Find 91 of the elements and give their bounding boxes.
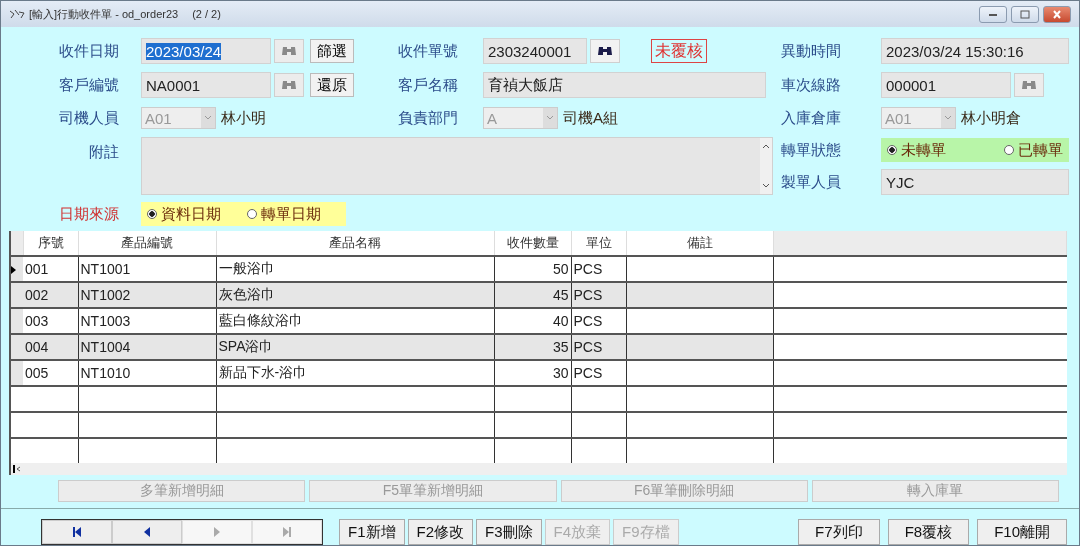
nav-button[interactable] bbox=[42, 520, 112, 544]
radio-icon[interactable] bbox=[1004, 145, 1014, 155]
review-status: 未覆核 bbox=[651, 39, 707, 63]
action-button[interactable]: F10離開 bbox=[977, 519, 1067, 545]
table-cell: PCS bbox=[571, 334, 626, 360]
table-cell: 002 bbox=[23, 282, 78, 308]
field-label: 車次線路 bbox=[781, 75, 841, 93]
field-label: 入庫倉庫 bbox=[781, 108, 841, 126]
action-button[interactable]: F8覆核 bbox=[887, 519, 970, 545]
modified-time-field[interactable]: 2023/03/24 15:30:16 bbox=[881, 38, 1069, 64]
customer-name-field[interactable]: 育禎大飯店 bbox=[483, 72, 766, 98]
table-cell: 新品下水-浴巾 bbox=[216, 360, 494, 386]
radio-label: 已轉單 bbox=[1018, 140, 1063, 160]
field-label: 客戶名稱 bbox=[398, 75, 458, 93]
row-indicator[interactable] bbox=[11, 334, 23, 360]
restore-button[interactable]: 還原 bbox=[310, 73, 354, 97]
row-indicator[interactable] bbox=[11, 308, 23, 334]
close-icon bbox=[1052, 9, 1062, 19]
radio-label: 轉單日期 bbox=[261, 204, 321, 224]
column-header[interactable]: 備註 bbox=[626, 231, 773, 256]
field-label: 轉單狀態 bbox=[781, 140, 841, 158]
scrollbar[interactable] bbox=[760, 138, 772, 194]
maximize-icon bbox=[1020, 9, 1030, 19]
route-field[interactable]: 000001 bbox=[881, 72, 1011, 98]
app-icon bbox=[9, 8, 25, 20]
radio-icon[interactable] bbox=[247, 209, 257, 219]
row-indicator[interactable] bbox=[11, 282, 23, 308]
field-label: 製單人員 bbox=[781, 172, 841, 190]
action-button[interactable]: F3刪除 bbox=[476, 519, 542, 545]
field-label: 客戶編號 bbox=[59, 75, 119, 93]
table-cell: SPA浴巾 bbox=[216, 334, 494, 360]
field-label: 收件單號 bbox=[398, 41, 458, 59]
binoculars-icon bbox=[281, 79, 297, 91]
row-pointer-icon bbox=[11, 266, 16, 274]
last-record-icon bbox=[281, 526, 293, 538]
radio-option[interactable]: 資料日期 bbox=[147, 204, 221, 224]
table-cell: 30 bbox=[494, 360, 571, 386]
table-cell: NT1002 bbox=[78, 282, 216, 308]
field-label: 收件日期 bbox=[59, 41, 119, 59]
row-indicator[interactable] bbox=[11, 256, 23, 282]
customer-code-field[interactable]: NA0001 bbox=[141, 72, 271, 98]
radio-icon[interactable] bbox=[147, 209, 157, 219]
chevron-down-icon bbox=[941, 108, 955, 128]
minimize-button[interactable] bbox=[979, 5, 1007, 23]
field-label: 異動時間 bbox=[781, 41, 841, 59]
table-cell: NT1004 bbox=[78, 334, 216, 360]
name-text: 司機A組 bbox=[563, 108, 618, 128]
column-header[interactable]: 產品名稱 bbox=[216, 231, 494, 256]
date-field[interactable]: 2023/03/24 bbox=[141, 38, 271, 64]
field-label: 日期來源 bbox=[59, 204, 119, 222]
field-label: 負責部門 bbox=[398, 108, 458, 126]
radio-option[interactable]: 已轉單 bbox=[1004, 140, 1063, 160]
chevron-down-icon bbox=[543, 108, 557, 128]
name-text: 林小明 bbox=[221, 108, 266, 128]
table-cell: 35 bbox=[494, 334, 571, 360]
chevron-down-icon bbox=[201, 108, 215, 128]
radio-icon[interactable] bbox=[887, 145, 897, 155]
table-cell: 灰色浴巾 bbox=[216, 282, 494, 308]
receipt-number-field[interactable]: 2303240001 bbox=[483, 38, 587, 64]
radio-label: 未轉單 bbox=[901, 140, 946, 160]
radio-option[interactable]: 未轉單 bbox=[887, 140, 946, 160]
table-cell: PCS bbox=[571, 360, 626, 386]
action-button[interactable]: F7列印 bbox=[798, 519, 880, 545]
horizontal-scrollbar[interactable] bbox=[11, 463, 1067, 475]
action-button[interactable]: F1新增 bbox=[339, 519, 405, 545]
field-label: 附註 bbox=[89, 143, 119, 160]
window-title: [輸入]行動收件單 - od_order23 bbox=[29, 6, 179, 22]
action-button[interactable]: F2修改 bbox=[407, 519, 474, 545]
binoculars-icon bbox=[597, 45, 613, 57]
binoculars-icon bbox=[281, 45, 297, 57]
close-button[interactable] bbox=[1043, 5, 1071, 23]
creator-field[interactable]: YJC bbox=[881, 169, 1069, 195]
table-cell: NT1010 bbox=[78, 360, 216, 386]
first-record-icon bbox=[71, 526, 83, 538]
minimize-icon bbox=[988, 11, 998, 17]
binoculars-icon bbox=[1021, 79, 1037, 91]
row-indicator[interactable] bbox=[11, 360, 23, 386]
radio-label: 資料日期 bbox=[161, 204, 221, 224]
lookup-button[interactable] bbox=[590, 39, 620, 63]
column-header[interactable]: 產品編號 bbox=[78, 231, 216, 256]
filter-button[interactable]: 篩選 bbox=[310, 39, 354, 63]
field-label: 司機人員 bbox=[59, 108, 119, 126]
table-cell: 005 bbox=[23, 360, 78, 386]
record-counter: (2 / 2) bbox=[192, 8, 221, 20]
table-cell: PCS bbox=[571, 282, 626, 308]
table-cell: 45 bbox=[494, 282, 571, 308]
scroll-left-icon[interactable] bbox=[13, 464, 21, 474]
radio-option[interactable]: 轉單日期 bbox=[247, 204, 321, 224]
name-text: 林小明倉 bbox=[961, 108, 1021, 128]
table-cell: 004 bbox=[23, 334, 78, 360]
notes-field[interactable] bbox=[141, 137, 773, 195]
